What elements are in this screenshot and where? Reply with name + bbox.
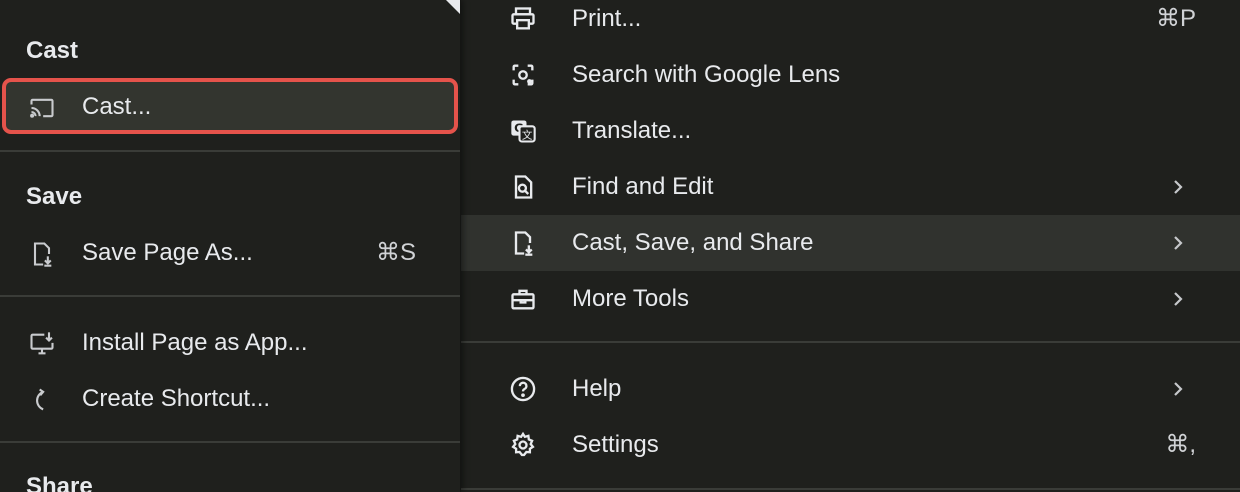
menu-item-shortcut: ⌘S	[375, 239, 416, 266]
section-title-save: Save	[26, 183, 83, 210]
menu-item-label: Create Shortcut...	[82, 385, 271, 412]
menu-item-label: Print...	[572, 5, 642, 32]
menu-item-create-shortcut[interactable]: Create Shortcut...	[0, 372, 460, 426]
menu-item-label: Install Page as App...	[82, 329, 308, 356]
print-icon	[509, 5, 537, 33]
menu-divider	[461, 488, 1240, 490]
menu-item-help[interactable]: Help	[461, 361, 1240, 417]
menu-item-save-page-as[interactable]: Save Page As... ⌘S	[0, 226, 460, 280]
save-page-icon	[28, 240, 56, 268]
menu-item-label: Help	[572, 375, 622, 402]
menu-item-label: Save Page As...	[82, 239, 253, 266]
chevron-right-icon	[1166, 231, 1190, 255]
chevron-right-icon	[1166, 287, 1190, 311]
shortcut-icon	[28, 386, 56, 414]
translate-icon: G 文	[509, 117, 537, 145]
install-app-icon	[28, 330, 56, 358]
find-edit-icon	[509, 173, 537, 201]
gear-icon	[509, 431, 537, 459]
section-divider	[0, 150, 460, 152]
cast-icon	[28, 94, 56, 122]
cast-save-share-icon	[509, 229, 537, 257]
help-icon	[509, 375, 537, 403]
menu-item-print[interactable]: Print... ⌘P	[461, 0, 1240, 47]
menu-item-label: More Tools	[572, 285, 689, 312]
chrome-menu-screenshot: Print... ⌘P Search with Google Lens 文 Tr…	[0, 0, 1240, 492]
menu-item-label: Cast...	[82, 93, 152, 120]
section-title-cast: Cast	[26, 37, 79, 64]
chevron-right-icon	[1166, 377, 1190, 401]
menu-item-label: Search with Google Lens	[572, 61, 841, 88]
section-divider	[0, 295, 460, 297]
chevron-right-icon	[1166, 175, 1190, 199]
menu-item-shortcut: ⌘,	[1165, 431, 1196, 458]
google-lens-icon	[509, 61, 537, 89]
menu-item-more-tools[interactable]: More Tools	[461, 271, 1240, 327]
section-divider	[0, 441, 460, 443]
main-menu: Print... ⌘P Search with Google Lens 文 Tr…	[461, 0, 1240, 492]
menu-item-cast[interactable]: Cast...	[0, 80, 460, 134]
menu-item-label: Cast, Save, and Share	[572, 229, 814, 256]
menu-item-label: Settings	[572, 431, 659, 458]
menu-item-label: Translate...	[572, 117, 692, 144]
menu-item-find-edit[interactable]: Find and Edit	[461, 159, 1240, 215]
menu-item-google-lens[interactable]: Search with Google Lens	[461, 47, 1240, 103]
menu-item-shortcut: ⌘P	[1155, 5, 1196, 32]
menu-item-label: Find and Edit	[572, 173, 714, 200]
menu-item-translate[interactable]: G 文 Translate...	[461, 103, 1240, 159]
cast-save-share-submenu: Cast Cast... Save Save Page As... ⌘S Ins…	[0, 0, 461, 492]
toolbox-icon	[509, 285, 537, 313]
menu-divider	[461, 341, 1240, 343]
menu-item-install-app[interactable]: Install Page as App...	[0, 316, 460, 370]
svg-text:文: 文	[522, 129, 533, 142]
menu-item-settings[interactable]: Settings ⌘,	[461, 417, 1240, 473]
menu-item-cast-save-share[interactable]: Cast, Save, and Share	[461, 215, 1240, 271]
section-title-share: Share	[26, 473, 93, 492]
